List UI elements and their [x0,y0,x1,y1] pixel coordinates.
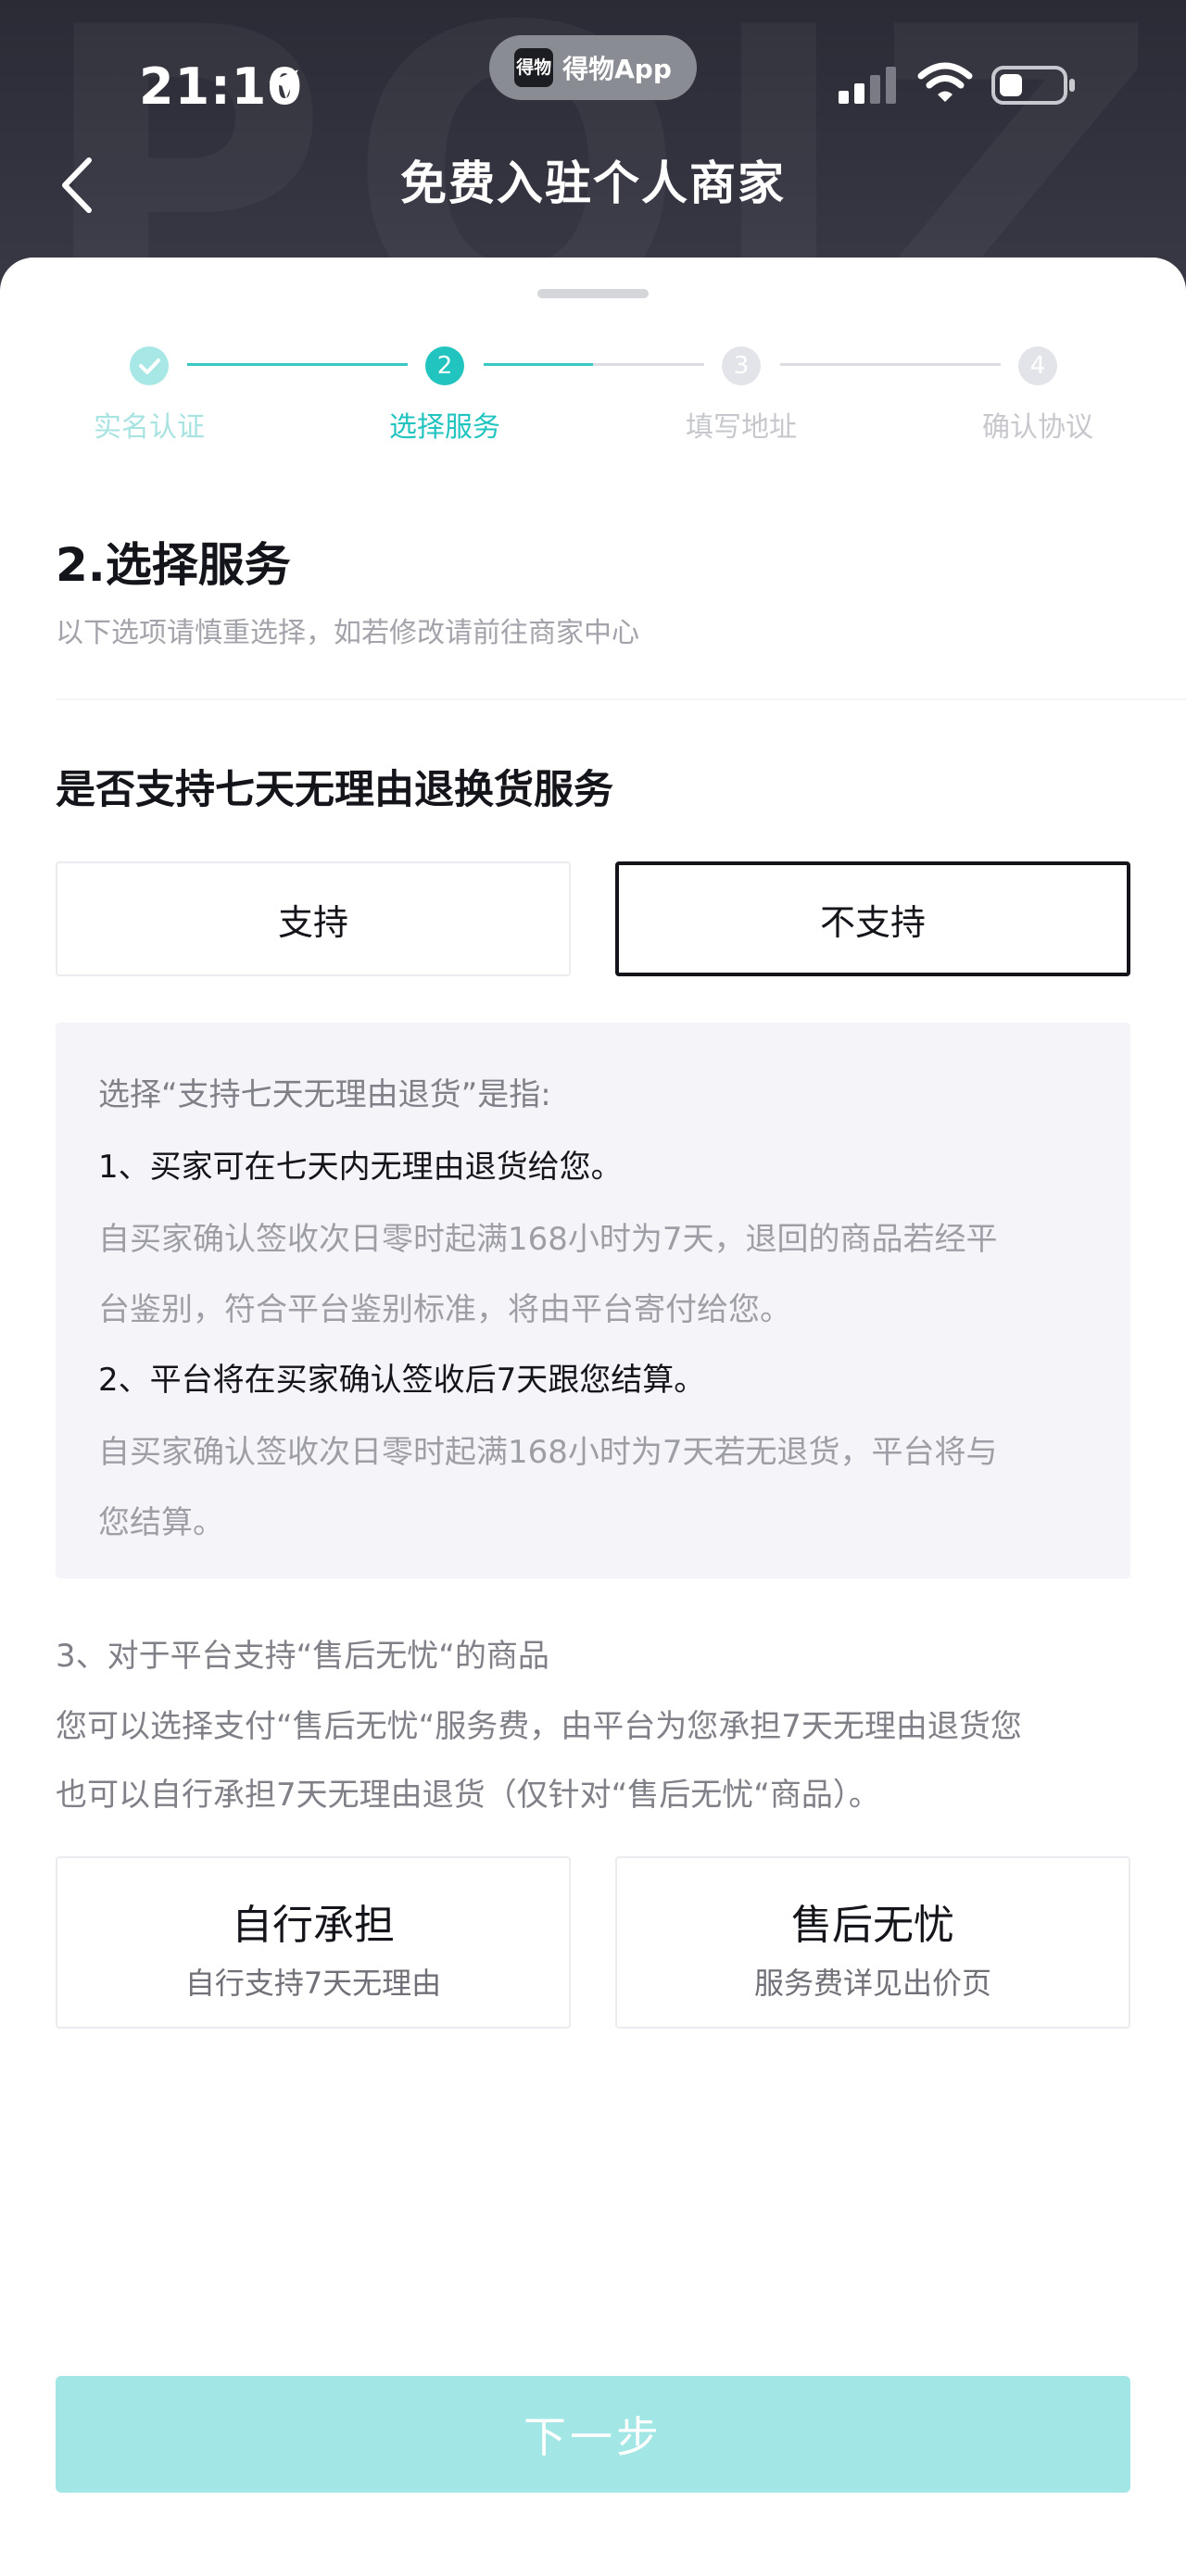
section-title: 2.选择服务 [56,538,291,592]
step-3-label: 填写地址 [686,411,797,444]
page-title: 免费入驻个人商家 [400,157,786,210]
app-badge-label: 得物App [562,54,672,84]
wifi-icon [917,62,973,102]
step-4-circle: 4 [1018,346,1057,385]
info-point-1: 1、买家可在七天内无理由退货给您。 [98,1149,623,1186]
app-badge[interactable]: 得物 得物App [489,35,697,100]
support-option-button[interactable]: 支持 [56,861,571,976]
step-connector [593,363,704,366]
choice-title: 自行承担 [232,1902,395,1949]
after-sales-heading: 3、对于平台支持“售后无忧“的商品 [56,1638,549,1675]
info-point-1-detail: 自买家确认签收次日零时起满168小时为7天，退回的商品若经平 [98,1221,998,1258]
battery-icon [991,66,1075,105]
option-label: 不支持 [819,901,926,943]
cellular-signal-icon [839,67,896,104]
choice-subtitle: 自行支持7天无理由 [184,1966,442,2001]
option-label: 支持 [277,901,348,943]
after-sales-description: 您可以选择支付“售后无忧“服务费，由平台为您承担7天无理由退货您 [56,1708,1022,1745]
self-bear-option-button[interactable]: 自行承担 自行支持7天无理由 [56,1856,571,2029]
step-2-label: 选择服务 [389,411,500,444]
step-1-label: 实名认证 [94,411,205,444]
choice-subtitle: 服务费详见出价页 [753,1966,991,2001]
step-4-label: 确认协议 [982,411,1093,444]
app-logo-icon: 得物 [514,48,554,87]
info-intro: 选择“支持七天无理由退货”是指: [98,1076,551,1113]
info-point-2-detail: 您结算。 [98,1504,224,1541]
step-3-circle: 3 [722,346,761,385]
step-2-circle: 2 [425,346,464,385]
not-support-option-button[interactable]: 不支持 [615,861,1130,976]
step-connector [484,363,593,366]
divider [56,698,1186,700]
question-title: 是否支持七天无理由退换货服务 [56,767,613,813]
sheet-grabber[interactable] [537,289,649,298]
step-connector [780,363,1001,366]
worry-free-option-button[interactable]: 售后无忧 服务费详见出价页 [615,1856,1130,2029]
section-subtitle: 以下选项请慎重选择，如若修改请前往商家中心 [56,617,639,649]
next-step-button[interactable]: 下一步 [56,2376,1130,2493]
info-point-2-detail: 自买家确认签收次日零时起满168小时为7天若无退货，平台将与 [98,1434,998,1471]
step-connector [187,363,408,366]
info-box: 选择“支持七天无理由退货”是指: 1、买家可在七天内无理由退货给您。 自买家确认… [56,1023,1130,1578]
next-step-label: 下一步 [524,2412,662,2462]
choice-title: 售后无忧 [791,1902,954,1949]
main-sheet: 2 3 4 实名认证 选择服务 填写地址 确认协议 2.选择服务 以下选项请慎重… [0,258,1186,2576]
info-point-2: 2、平台将在买家确认签收后7天跟您结算。 [98,1362,706,1399]
after-sales-description: 也可以自行承担7天无理由退货（仅针对“售后无忧“商品）。 [56,1777,880,1814]
step-1-check-icon [130,346,169,385]
location-arrow-icon [269,69,298,99]
info-point-1-detail: 台鉴别，符合平台鉴别标准，将由平台寄付给您。 [98,1291,791,1328]
